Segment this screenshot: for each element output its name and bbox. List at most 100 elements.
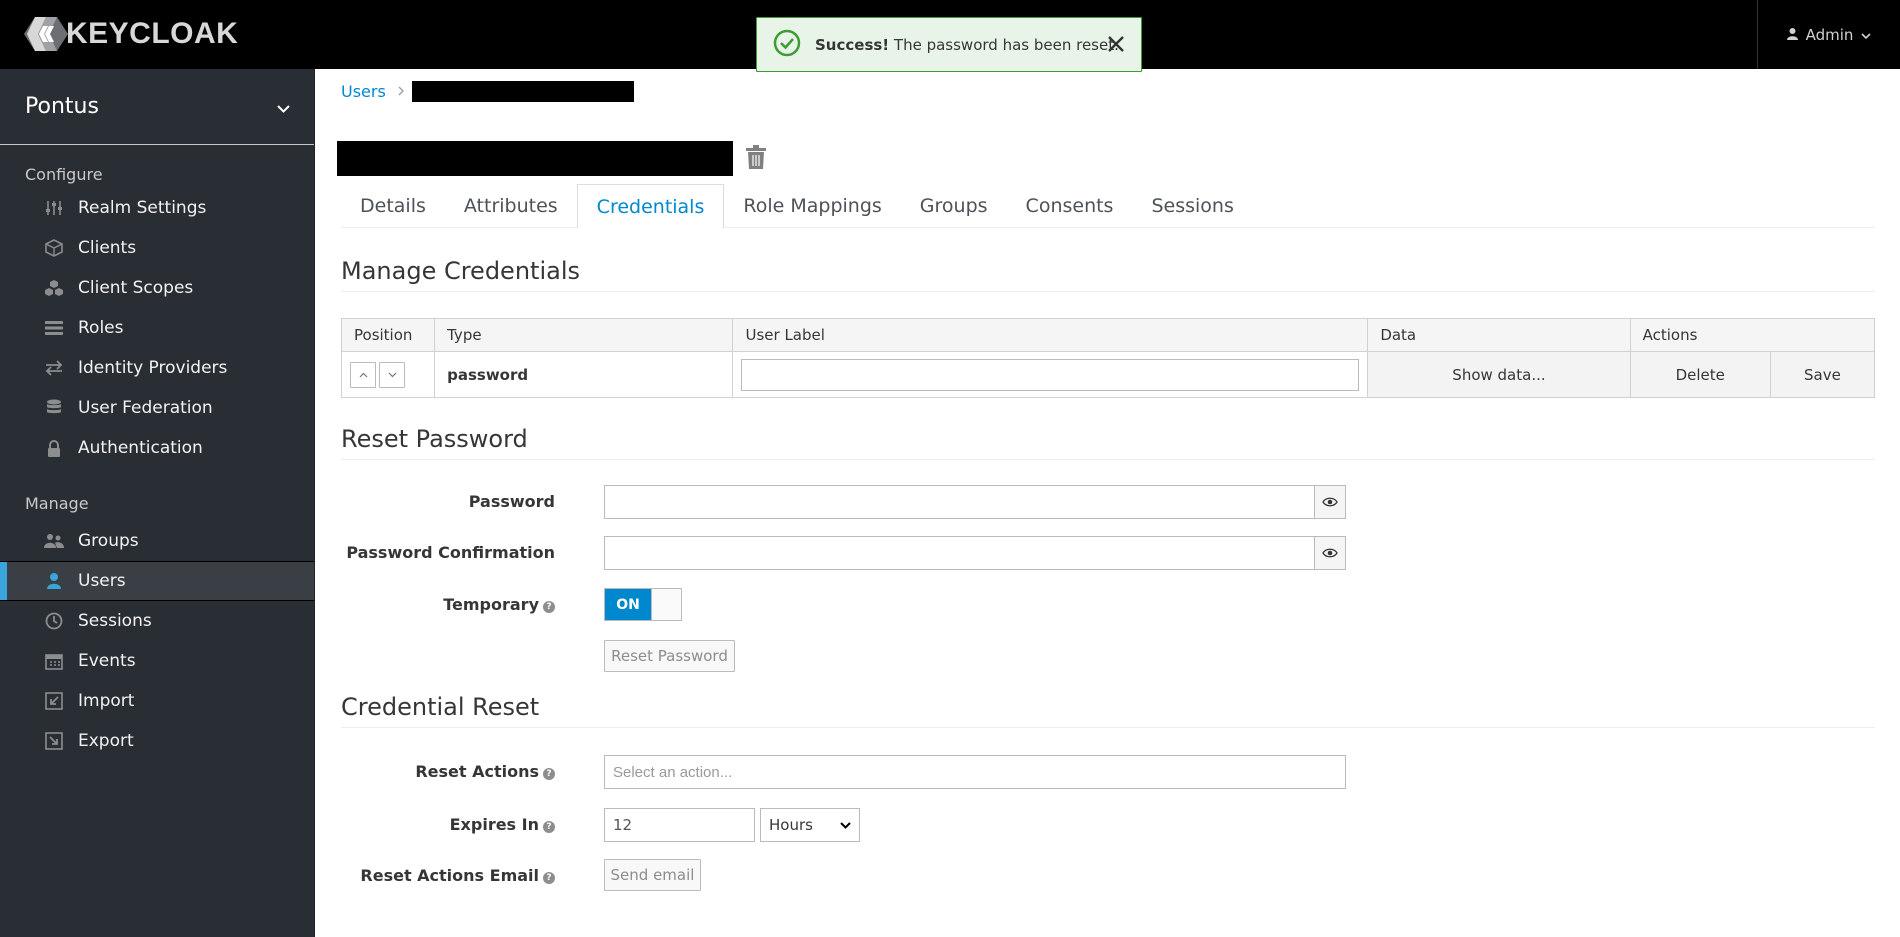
exchange-icon [44, 358, 64, 378]
credentials-table: Position Type User Label Data Actions pa… [340, 318, 1876, 398]
sidebar-item-events[interactable]: Events [0, 641, 314, 681]
temporary-label-text: Temporary [443, 595, 539, 614]
save-button[interactable]: Save [1770, 352, 1874, 397]
eye-icon [1322, 497, 1338, 507]
password-field[interactable] [604, 485, 1315, 519]
expires-in-label-text: Expires In [449, 815, 539, 834]
toggle-handle [651, 589, 681, 620]
delete-button[interactable]: Delete [1630, 352, 1770, 397]
position-cell [340, 351, 436, 398]
list-icon [44, 318, 64, 338]
user-label-input[interactable] [741, 358, 1360, 391]
configure-section-title: Configure [25, 165, 103, 184]
sidebar-item-clients[interactable]: Clients [0, 228, 314, 268]
page-title-redacted [337, 141, 733, 176]
trash-icon[interactable] [745, 144, 767, 173]
temporary-toggle[interactable]: ON [604, 588, 682, 621]
sidebar-item-label: Realm Settings [78, 198, 207, 218]
sidebar-item-label: Roles [78, 318, 124, 338]
sidebar-item-user-federation[interactable]: User Federation [0, 388, 314, 428]
chevron-up-icon [359, 372, 367, 377]
sidebar-item-label: Identity Providers [78, 358, 228, 378]
tab-role-mappings[interactable]: Role Mappings [724, 184, 900, 228]
password-confirmation-field[interactable] [604, 536, 1315, 570]
tab-attributes[interactable]: Attributes [445, 184, 577, 228]
user-menu[interactable]: Admin [1757, 0, 1900, 69]
column-header-user-label: User Label [732, 318, 1369, 352]
sidebar: Pontus Configure Realm Settings Clients … [0, 69, 315, 937]
users-icon [44, 531, 64, 551]
sidebar-item-label: Client Scopes [78, 278, 194, 298]
user-label-cell [732, 351, 1369, 398]
password-label: Password [468, 492, 555, 511]
manage-section-title: Manage [25, 494, 89, 513]
reset-actions-label: Reset Actions? [341, 762, 555, 781]
column-header-actions: Actions [1629, 318, 1876, 352]
chevron-down-icon [840, 821, 851, 829]
realm-name: Pontus [25, 94, 99, 119]
sidebar-item-realm-settings[interactable]: Realm Settings [0, 188, 314, 228]
sidebar-item-export[interactable]: Export [0, 721, 314, 761]
reset-actions-email-label-text: Reset Actions Email [360, 866, 539, 885]
sidebar-item-label: Sessions [78, 611, 152, 631]
expires-unit-select[interactable]: Hours [760, 808, 860, 842]
reset-password-title: Reset Password [341, 425, 1875, 460]
show-password-button[interactable] [1314, 485, 1346, 519]
sidebar-item-roles[interactable]: Roles [0, 308, 314, 348]
move-up-button[interactable] [350, 361, 376, 388]
sidebar-item-client-scopes[interactable]: Client Scopes [0, 268, 314, 308]
database-icon [44, 398, 64, 418]
toast-text: The password has been reset. [893, 35, 1119, 54]
toggle-on-label: ON [605, 589, 651, 620]
show-password-confirmation-button[interactable] [1314, 536, 1346, 570]
sidebar-item-import[interactable]: Import [0, 681, 314, 721]
tab-sessions[interactable]: Sessions [1132, 184, 1252, 228]
chevron-down-icon [1861, 26, 1871, 44]
sidebar-item-users[interactable]: Users [0, 561, 314, 601]
sidebar-item-label: Export [78, 731, 134, 751]
realm-selector[interactable]: Pontus [0, 69, 314, 145]
credential-reset-title: Credential Reset [341, 693, 1875, 728]
user-heading [337, 141, 767, 176]
close-icon[interactable] [1107, 33, 1125, 57]
user-icon [1786, 26, 1798, 44]
show-data-button[interactable]: Show data... [1368, 352, 1630, 397]
sidebar-item-label: Import [78, 691, 135, 711]
send-email-button[interactable]: Send email [604, 859, 701, 891]
password-confirmation-label: Password Confirmation [346, 543, 555, 562]
toast-message: Success! The password has been reset. [815, 36, 1119, 54]
column-header-data: Data [1367, 318, 1631, 352]
help-icon: ? [543, 768, 555, 780]
tab-consents[interactable]: Consents [1007, 184, 1133, 228]
sidebar-item-label: Clients [78, 238, 137, 258]
sidebar-item-authentication[interactable]: Authentication [0, 428, 314, 468]
reset-actions-select[interactable]: Select an action... [604, 755, 1346, 789]
expires-unit-value: Hours [769, 816, 813, 834]
cube-icon [44, 238, 64, 258]
expires-in-label: Expires In? [341, 815, 555, 834]
calendar-icon [44, 651, 64, 671]
sidebar-item-label: Users [78, 571, 126, 591]
chevron-right-icon [398, 84, 404, 100]
tab-groups[interactable]: Groups [901, 184, 1007, 228]
lock-icon [44, 438, 64, 458]
reset-actions-label-text: Reset Actions [415, 762, 539, 781]
logo-text: KEYCLOAK [66, 17, 239, 50]
user-icon [44, 571, 64, 591]
tab-details[interactable]: Details [341, 184, 445, 228]
breadcrumb: Users [341, 81, 634, 102]
sidebar-item-sessions[interactable]: Sessions [0, 601, 314, 641]
sidebar-item-label: Authentication [78, 438, 203, 458]
reset-password-button[interactable]: Reset Password [604, 640, 735, 672]
sidebar-item-identity-providers[interactable]: Identity Providers [0, 348, 314, 388]
breadcrumb-users-link[interactable]: Users [341, 82, 386, 101]
sidebar-item-groups[interactable]: Groups [0, 521, 314, 561]
check-circle-icon [773, 29, 801, 61]
data-cell: Show data... [1367, 351, 1631, 398]
user-menu-label: Admin [1805, 25, 1854, 44]
keycloak-logo[interactable]: KEYCLOAK [24, 14, 238, 54]
move-down-button[interactable] [379, 361, 405, 388]
tab-credentials[interactable]: Credentials [576, 184, 725, 229]
expires-in-input[interactable]: 12 [604, 808, 755, 842]
help-icon: ? [543, 821, 555, 833]
